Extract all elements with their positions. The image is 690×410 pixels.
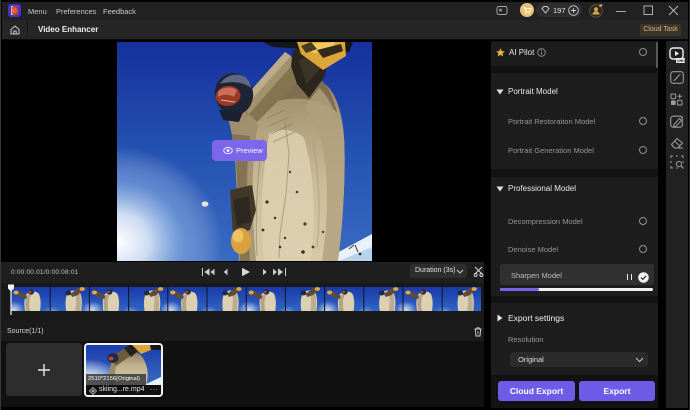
svg-text:UHD: UHD (677, 59, 685, 63)
